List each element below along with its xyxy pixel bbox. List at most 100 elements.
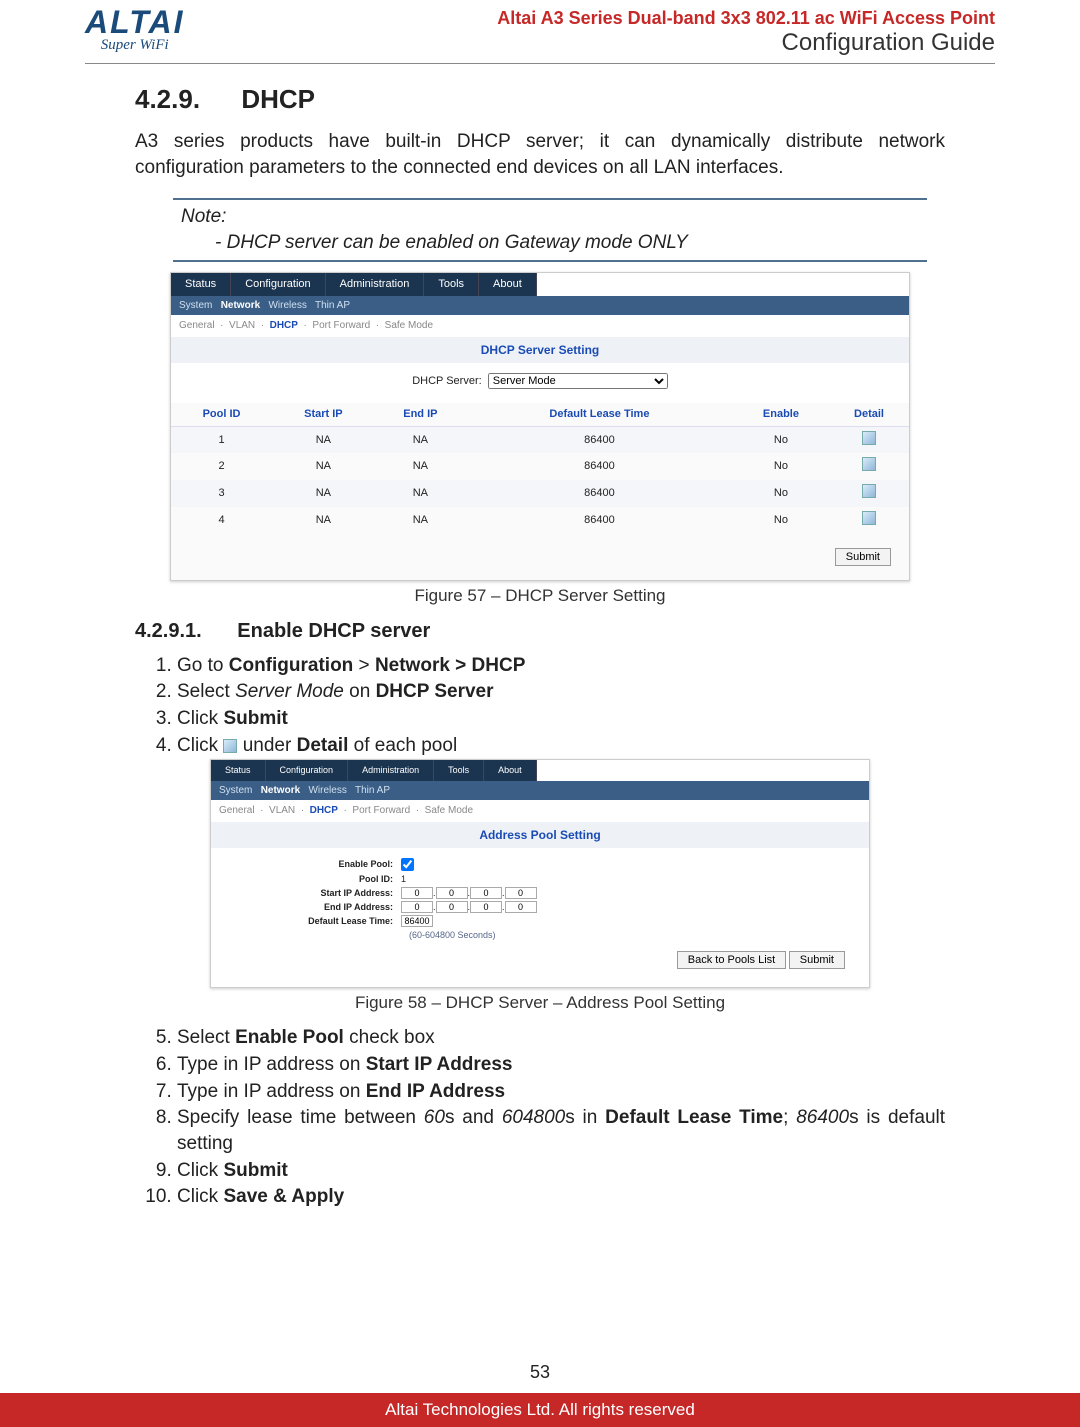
cell-detail [829,426,909,453]
step-9: Click Submit [177,1158,945,1184]
end-ip-2[interactable] [436,901,468,913]
note-bullet: - DHCP server can be enabled on Gateway … [215,230,927,256]
subsection-number: 4.2.9.1. [135,620,202,642]
crumb-general[interactable]: General [179,320,215,331]
edit-icon[interactable] [862,457,876,471]
crumb-vlan[interactable]: VLAN [269,805,295,816]
subtab-thin-ap[interactable]: Thin AP [355,785,390,796]
cell-enable: No [733,480,829,507]
subsection-heading: 4.2.9.1. Enable DHCP server [135,618,945,645]
dhcp-server-select[interactable]: Server Mode [488,373,668,389]
pool-table: Pool ID Start IP End IP Default Lease Ti… [171,403,909,534]
crumb-safe-mode[interactable]: Safe Mode [385,320,433,331]
end-ip-4[interactable] [505,901,537,913]
tab-administration[interactable]: Administration [326,273,425,296]
section-heading: 4.2.9. DHCP [135,82,945,117]
tab-about[interactable]: About [479,273,537,296]
table-row: 3 NA NA 86400 No [171,480,909,507]
subtab-system[interactable]: System [219,785,252,796]
cell-start: NA [272,426,375,453]
product-title: Altai A3 Series Dual-band 3x3 802.11 ac … [497,8,995,29]
tab-tools[interactable]: Tools [424,273,479,296]
start-ip-1[interactable] [401,887,433,899]
tab-status[interactable]: Status [211,760,266,780]
back-to-pools-button[interactable]: Back to Pools List [677,951,786,969]
footer: Altai Technologies Ltd. All rights reser… [0,1393,1080,1427]
dhcp-server-label: DHCP Server: [412,375,481,387]
cell-enable: No [733,426,829,453]
crumb-port-forward[interactable]: Port Forward [352,805,410,816]
tab-administration[interactable]: Administration [348,760,434,780]
start-ip-4[interactable] [505,887,537,899]
crumb-general[interactable]: General [219,805,255,816]
th-lease: Default Lease Time [466,403,733,426]
sub-tabs: System Network Wireless Thin AP [171,296,909,316]
subtab-wireless[interactable]: Wireless [268,300,306,311]
end-ip-label: End IP Address: [221,901,401,913]
steps-list-b: Select Enable Pool check box Type in IP … [159,1025,945,1209]
guide-title: Configuration Guide [497,29,995,57]
cell-id: 3 [171,480,272,507]
crumb-vlan[interactable]: VLAN [229,320,255,331]
screenshot-dhcp-server: Status Configuration Administration Tool… [170,272,910,581]
subsection-title: Enable DHCP server [237,620,430,642]
tab-about[interactable]: About [484,760,537,780]
crumb-dhcp[interactable]: DHCP [310,805,338,816]
edit-icon[interactable] [862,484,876,498]
sub-tabs: System Network Wireless Thin AP [211,781,869,801]
screenshot-address-pool: Status Configuration Administration Tool… [210,759,870,988]
tab-configuration[interactable]: Configuration [266,760,349,780]
cell-lease: 86400 [466,507,733,534]
section-title: DHCP [241,84,315,114]
breadcrumb: General · VLAN · DHCP · Port Forward · S… [211,800,869,822]
cell-id: 1 [171,426,272,453]
crumb-safe-mode[interactable]: Safe Mode [425,805,473,816]
pool-id-label: Pool ID: [221,873,401,885]
step-8: Specify lease time between 60s and 60480… [177,1105,945,1156]
step-2: Select Server Mode on DHCP Server [177,679,945,705]
start-ip-label: Start IP Address: [221,887,401,899]
subtab-system[interactable]: System [179,300,212,311]
page-number: 53 [0,1362,1080,1383]
th-pool-id: Pool ID [171,403,272,426]
crumb-port-forward[interactable]: Port Forward [312,320,370,331]
th-detail: Detail [829,403,909,426]
breadcrumb: General · VLAN · DHCP · Port Forward · S… [171,315,909,337]
subtab-wireless[interactable]: Wireless [308,785,346,796]
end-ip-1[interactable] [401,901,433,913]
logo-tagline: Super WiFi [101,37,169,54]
step-4: Click under Detail of each pool [177,733,945,759]
subtab-network[interactable]: Network [261,785,300,796]
cell-lease: 86400 [466,426,733,453]
th-enable: Enable [733,403,829,426]
submit-button[interactable]: Submit [789,951,845,969]
pool-id-value: 1 [401,873,406,885]
step-7: Type in IP address on End IP Address [177,1079,945,1105]
lease-input[interactable] [401,915,433,927]
cell-detail [829,507,909,534]
main-tabs: Status Configuration Administration Tool… [171,273,909,296]
enable-pool-checkbox[interactable] [401,858,414,871]
step-3: Click Submit [177,706,945,732]
subtab-network[interactable]: Network [221,300,260,311]
submit-button[interactable]: Submit [835,548,891,566]
edit-icon[interactable] [862,511,876,525]
step-10: Click Save & Apply [177,1184,945,1210]
table-row: 1 NA NA 86400 No [171,426,909,453]
crumb-dhcp[interactable]: DHCP [270,320,298,331]
subtab-thin-ap[interactable]: Thin AP [315,300,350,311]
cell-lease: 86400 [466,480,733,507]
edit-icon [223,739,237,753]
cell-start: NA [272,507,375,534]
start-ip-2[interactable] [436,887,468,899]
end-ip-3[interactable] [470,901,502,913]
brand-logo: ALTAI Super WiFi [85,8,184,54]
tab-status[interactable]: Status [171,273,231,296]
dhcp-server-row: DHCP Server: Server Mode [171,363,909,403]
note-box: Note: - DHCP server can be enabled on Ga… [173,198,927,261]
cell-detail [829,480,909,507]
start-ip-3[interactable] [470,887,502,899]
tab-configuration[interactable]: Configuration [231,273,325,296]
tab-tools[interactable]: Tools [434,760,484,780]
edit-icon[interactable] [862,431,876,445]
